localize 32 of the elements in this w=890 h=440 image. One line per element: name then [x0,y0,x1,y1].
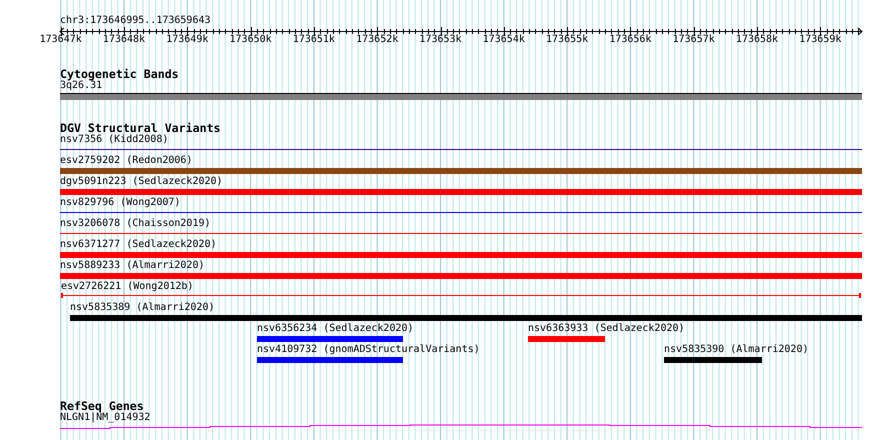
track-title: RefSeq Genes [60,399,144,413]
feature-label: nsv5835390 (Almarri2020) [664,344,808,356]
feature-label: nsv6371277 (Sedlazeck2020) [60,239,217,251]
ruler-label: 173657k [672,34,715,46]
feature-label: esv2759202 (Redon2006) [60,155,192,167]
feature-label: nsv5835389 (Almarri2020) [70,302,214,314]
feature-label: nsv4109732 (gnomADStructuralVariants) [257,344,480,356]
feature-label: nsv3206078 (Chaisson2019) [60,218,211,230]
ruler-label: 173658k [736,34,778,46]
ruler-label: 173647k [40,34,82,46]
track-title: DGV Structural Variants [60,121,221,135]
ruler-label: 173653k [419,34,462,46]
feature-label: nsv6356234 (Sedlazeck2020) [257,323,414,335]
ruler-label: 173651k [292,34,335,46]
ruler-label: 173650k [230,34,272,46]
ruler-label: 173652k [356,34,398,46]
feature-label: nsv5889233 (Almarri2020) [60,260,204,272]
ruler-label: 173655k [546,34,588,46]
track-title: Cytogenetic Bands [60,67,179,81]
feature-label: 3q26.31 [60,80,102,92]
feature-label: dgv5091n223 (Sedlazeck2020) [60,176,223,188]
ruler-label: 173649k [166,34,208,46]
feature-label: nsv7356 (Kidd2008) [60,134,168,146]
feature-label: NLGN1|NM_014932 [60,412,150,424]
feature-label: nsv829796 (Wong2007) [60,197,180,209]
feature-label: nsv6363933 (Sedlazeck2020) [528,323,685,335]
location-text: chr3:173646995..173659643 [60,15,211,27]
ruler-label: 173659k [799,34,842,46]
ruler-label: 173654k [482,34,525,46]
ruler-label: 173648k [102,34,146,46]
feature-label: esv2726221 (Wong2012b) [61,281,194,293]
ruler-label: 173656k [609,34,652,46]
